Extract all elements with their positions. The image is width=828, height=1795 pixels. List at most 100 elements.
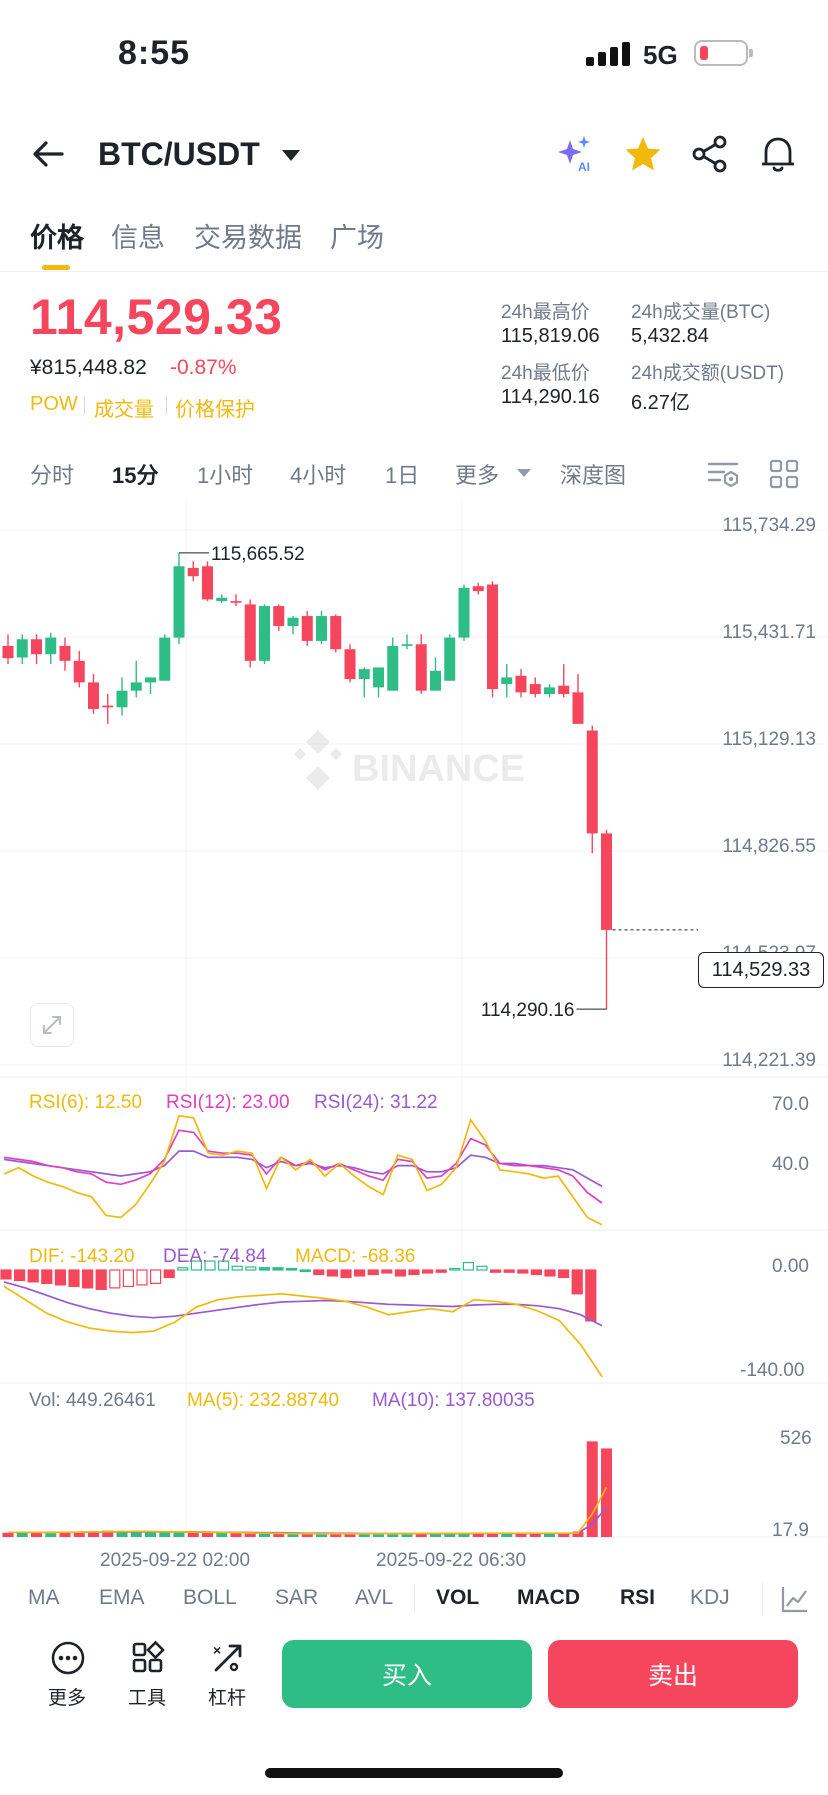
tag-price-protection[interactable]: 价格保护 (175, 393, 255, 422)
tab-trading-data[interactable]: 交易数据 (194, 216, 302, 255)
trading-pair-title[interactable]: BTC/USDT (98, 136, 260, 173)
low-marker-label: 114,290.16 (481, 1000, 575, 1021)
macd-histogram-bar (272, 1267, 284, 1271)
battery-icon (694, 40, 753, 66)
leverage-icon[interactable]: × (210, 1640, 246, 1676)
candle-body (88, 682, 99, 709)
indicator-boll[interactable]: BOLL (183, 1586, 237, 1610)
more-label[interactable]: 更多 (48, 1683, 86, 1710)
macd-histogram-bar (122, 1269, 135, 1287)
rsi24-label: RSI(24): 31.22 (314, 1092, 438, 1113)
rsi-axis-mid: 40.0 (772, 1154, 809, 1175)
back-arrow-icon[interactable] (30, 136, 66, 172)
indicator-divider (762, 1582, 763, 1614)
tools-icon[interactable] (130, 1640, 166, 1676)
candle-body (373, 667, 384, 688)
macd-histogram-bar (109, 1269, 121, 1289)
stat-vol-btc-value: 5,432.84 (631, 325, 709, 347)
indicator-avl[interactable]: AVL (355, 1586, 393, 1610)
indicator-macd[interactable]: MACD (517, 1586, 580, 1610)
macd-panel (0, 1260, 603, 1378)
layout-grid-icon[interactable] (768, 458, 800, 490)
rsi6-label: RSI(6): 12.50 (29, 1092, 142, 1113)
macd-histogram-bar (557, 1269, 570, 1279)
macd-histogram-bar (0, 1269, 12, 1280)
change-percent: -0.87% (170, 356, 237, 379)
candle-body (259, 606, 270, 661)
tab-square[interactable]: 广场 (330, 216, 384, 255)
timeframe-1d[interactable]: 1日 (385, 458, 419, 490)
sell-button[interactable]: 卖出 (548, 1640, 798, 1708)
macd-histogram-bar (381, 1269, 393, 1274)
stat-low-label: 24h最低价 (501, 363, 590, 384)
watermark-text: BINANCE (352, 748, 525, 790)
candle-body (558, 685, 570, 695)
tools-label[interactable]: 工具 (128, 1683, 166, 1710)
indicator-vol[interactable]: VOL (436, 1586, 479, 1610)
timeframe-15m[interactable]: 15分 (112, 458, 158, 490)
stat-vol-usdt-value: 6.27亿 (631, 392, 690, 414)
volume-bar (601, 1448, 612, 1537)
more-icon[interactable] (50, 1640, 86, 1676)
timeframe-more[interactable]: 更多 (455, 458, 499, 490)
network-type: 5G (643, 40, 678, 70)
bell-icon[interactable] (758, 134, 798, 174)
macd-histogram-bar (394, 1269, 406, 1277)
tab-info[interactable]: 信息 (111, 216, 165, 255)
macd-histogram-bar (585, 1269, 597, 1322)
macd-histogram-bar (517, 1269, 529, 1274)
timeframe-line[interactable]: 分时 (30, 458, 74, 490)
volume-axis-top: 526 (780, 1428, 812, 1449)
indicator-settings-icon[interactable] (780, 1584, 810, 1614)
candle-body (586, 730, 598, 834)
candle-body (287, 617, 299, 626)
tag-pow[interactable]: POW (30, 393, 78, 416)
expand-icon (43, 1016, 61, 1034)
fullscreen-button[interactable] (30, 1003, 74, 1047)
candle-body (330, 616, 342, 650)
macd-histogram-bar (544, 1269, 556, 1277)
chart-settings-icon[interactable] (706, 458, 740, 490)
candle-body (16, 639, 28, 658)
leverage-label[interactable]: 杠杆 (208, 1683, 246, 1710)
candle-body (244, 604, 256, 661)
indicator-sar[interactable]: SAR (275, 1586, 318, 1610)
indicator-ema[interactable]: EMA (99, 1586, 145, 1610)
candle-body (444, 637, 456, 681)
star-icon[interactable] (623, 134, 663, 174)
volume-bar (259, 1533, 270, 1537)
buy-button[interactable]: 买入 (282, 1640, 532, 1708)
share-icon[interactable] (690, 134, 730, 174)
indicator-ma[interactable]: MA (28, 1586, 60, 1610)
macd-histogram-bar (340, 1269, 352, 1279)
volume-bar (2, 1532, 14, 1537)
indicator-kdj[interactable]: KDJ (690, 1586, 730, 1610)
candle-body (145, 677, 156, 683)
stat-vol-btc-label: 24h成交量(BTC) (631, 302, 771, 323)
candle-body (316, 616, 327, 641)
indicator-rsi[interactable]: RSI (620, 1586, 655, 1610)
ai-sparkle-icon[interactable]: AI (556, 134, 596, 174)
rsi-panel (3, 1114, 603, 1226)
tag-volume[interactable]: 成交量 (94, 393, 154, 422)
price-axis-label: 115,734.29 (722, 515, 816, 536)
tab-price[interactable]: 价格 (30, 216, 84, 255)
timeframe-1h[interactable]: 1小时 (197, 458, 253, 490)
macd-histogram-bar (163, 1269, 175, 1279)
macd-histogram-bar (95, 1269, 107, 1290)
rsi-axis-top: 70.0 (772, 1094, 809, 1115)
rsi12-line (3, 1129, 603, 1204)
macd-histogram-bar (299, 1269, 311, 1273)
macd-histogram-bar (326, 1269, 338, 1277)
more-caret-icon[interactable] (517, 469, 531, 477)
timeframe-4h[interactable]: 4小时 (290, 458, 346, 490)
macd-histogram-bar (258, 1267, 270, 1271)
candle-body (601, 833, 612, 930)
timeframe-depth[interactable]: 深度图 (560, 458, 626, 490)
time-axis-label: 2025-09-22 06:30 (376, 1550, 527, 1571)
volume-ma10-label: MA(10): 137.80035 (372, 1390, 535, 1411)
dropdown-caret-icon[interactable] (282, 150, 300, 161)
candle-body (415, 644, 427, 691)
macd-histogram-bar (54, 1269, 67, 1286)
candle-body (216, 597, 228, 602)
